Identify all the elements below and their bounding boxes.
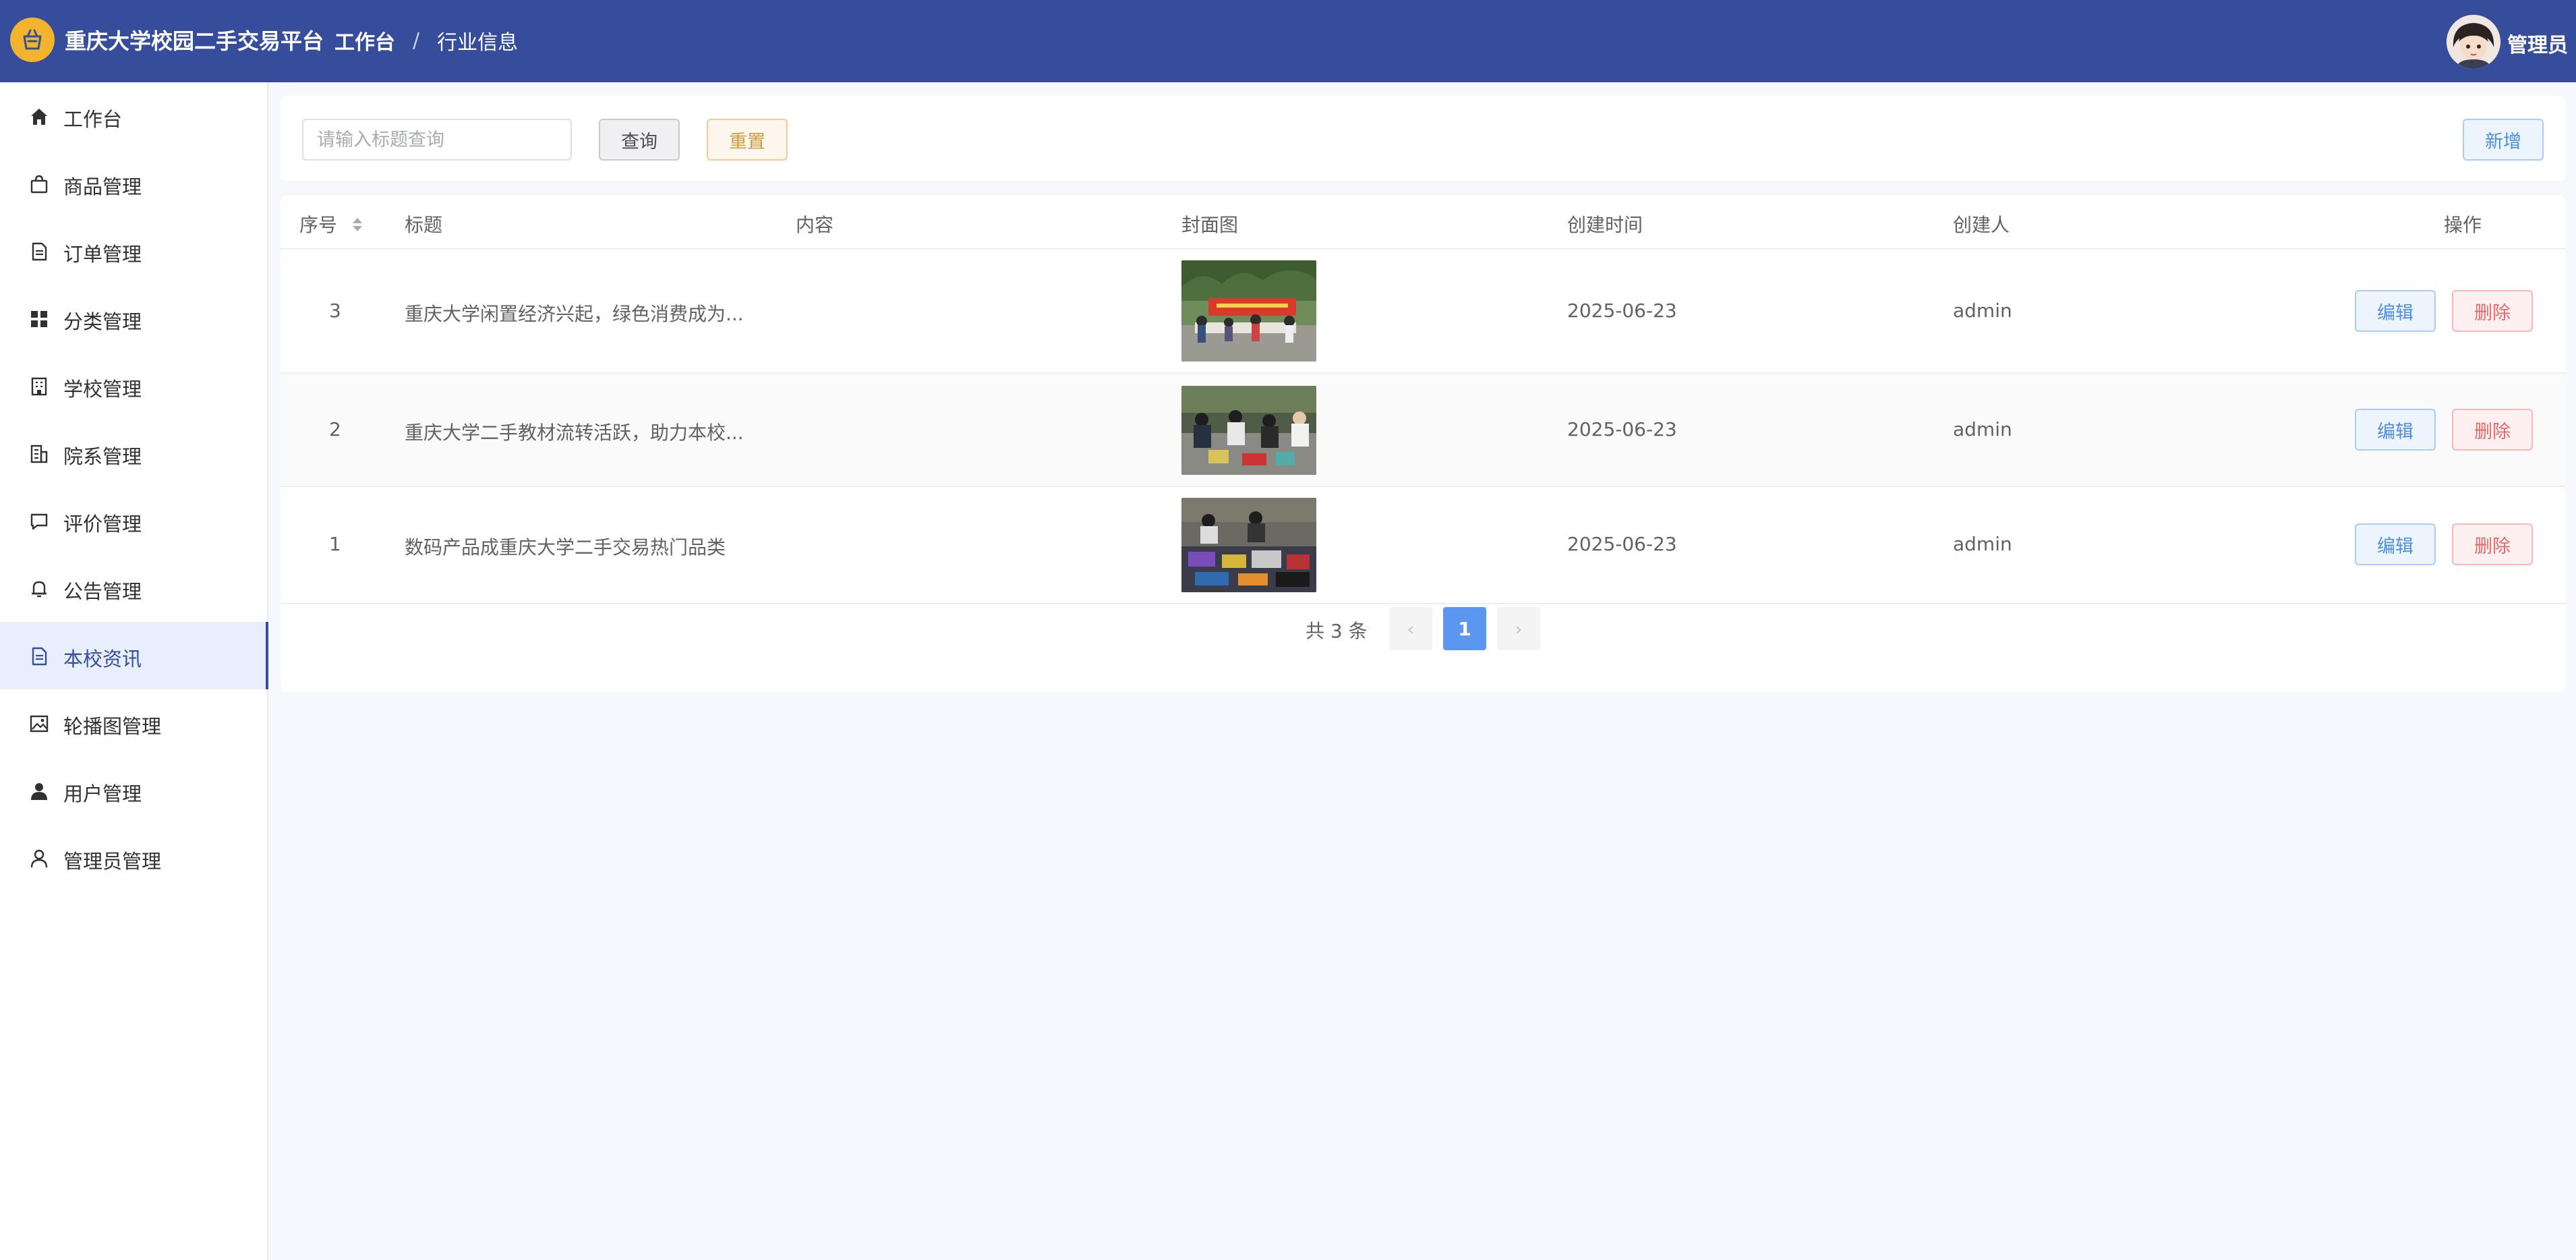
breadcrumb-current: 行业信息: [437, 31, 519, 55]
sidebar-item-label: 管理员管理: [63, 850, 162, 873]
news-table: 序号 标题 内容 封面图 创建时间 创建人 操作 3 重庆大学闲置经济兴起，绿色…: [281, 196, 2565, 692]
top-header: 重庆大学校园二手交易平台 工作台 / 行业信息 管理员: [0, 0, 2576, 82]
reset-button[interactable]: 重置: [707, 119, 788, 161]
edit-button[interactable]: 编辑: [2355, 409, 2436, 451]
sidebar-item-label: 评价管理: [63, 513, 142, 536]
row-created-time: 2025-06-23: [1567, 418, 1677, 440]
column-header-title: 标题: [405, 214, 443, 236]
delete-button[interactable]: 删除: [2452, 290, 2533, 332]
sidebar-item-products[interactable]: 商品管理: [0, 150, 267, 217]
next-page-button[interactable]: ›: [1497, 607, 1540, 650]
column-header-creator: 创建人: [1953, 214, 2010, 236]
sidebar-item-label: 公告管理: [63, 580, 142, 603]
bell-icon: [28, 578, 50, 600]
row-creator: admin: [1953, 418, 2012, 440]
row-index: 3: [329, 299, 341, 322]
table-row: 3 重庆大学闲置经济兴起，绿色消费成为... 2025-06-23 admin …: [281, 250, 2565, 374]
row-index: 2: [329, 418, 341, 440]
column-header-actions: 操作: [2444, 214, 2482, 236]
title-search-input[interactable]: [302, 119, 572, 161]
home-icon: [28, 106, 50, 127]
sidebar-item-schools[interactable]: 学校管理: [0, 352, 267, 420]
page-number-button[interactable]: 1: [1443, 607, 1486, 650]
sidebar-item-label: 院系管理: [63, 445, 142, 468]
sidebar: 工作台 商品管理 订单管理 分类管理 学校管理 院系管理 评价管理 公告管理 本…: [0, 82, 268, 1260]
column-header-content: 内容: [796, 214, 834, 236]
basket-logo-icon: [10, 18, 55, 62]
sidebar-item-reviews[interactable]: 评价管理: [0, 487, 267, 554]
document-icon: [28, 646, 50, 667]
prev-page-button[interactable]: ‹: [1389, 607, 1432, 650]
cover-image[interactable]: [1181, 386, 1316, 475]
table-row: 2 重庆大学二手教材流转活跃，助力本校... 2025-06-23 admin …: [281, 374, 2565, 487]
sidebar-item-departments[interactable]: 院系管理: [0, 420, 267, 487]
row-creator: admin: [1953, 299, 2012, 322]
office-building-icon: [28, 443, 50, 465]
sidebar-item-orders[interactable]: 订单管理: [0, 217, 267, 285]
cover-image[interactable]: [1181, 498, 1316, 592]
sidebar-item-carousel[interactable]: 轮播图管理: [0, 689, 267, 757]
user-filled-icon: [28, 780, 50, 802]
grid-icon: [28, 308, 50, 330]
sidebar-item-campus-news[interactable]: 本校资讯: [0, 622, 268, 689]
building-icon: [28, 376, 50, 397]
row-title: 数码产品成重庆大学二手交易热门品类: [405, 536, 726, 559]
edit-button[interactable]: 编辑: [2355, 523, 2436, 565]
sort-icon[interactable]: [351, 215, 363, 237]
row-title: 重庆大学二手教材流转活跃，助力本校...: [405, 422, 744, 444]
row-title: 重庆大学闲置经济兴起，绿色消费成为...: [405, 303, 744, 325]
sidebar-item-admins[interactable]: 管理员管理: [0, 824, 267, 892]
column-header-index[interactable]: 序号: [299, 210, 363, 237]
breadcrumb-separator: /: [413, 28, 420, 53]
sidebar-item-label: 商品管理: [63, 175, 142, 198]
shopping-bag-icon: [28, 173, 50, 195]
sidebar-item-label: 学校管理: [63, 378, 142, 401]
query-button[interactable]: 查询: [599, 119, 680, 161]
table-header: 序号 标题 内容 封面图 创建时间 创建人 操作: [281, 196, 2565, 250]
breadcrumb: 工作台 / 行业信息: [334, 26, 518, 55]
avatar[interactable]: [2447, 15, 2500, 69]
delete-button[interactable]: 删除: [2452, 409, 2533, 451]
row-created-time: 2025-06-23: [1567, 533, 1677, 555]
search-bar: 查询 重置 新增: [281, 96, 2565, 181]
admin-name[interactable]: 管理员: [2507, 28, 2568, 58]
sidebar-item-label: 本校资讯: [63, 648, 142, 670]
edit-button[interactable]: 编辑: [2355, 290, 2436, 332]
table-row: 1 数码产品成重庆大学二手交易热门品类 2025-06-23 admin 编辑 …: [281, 487, 2565, 604]
sidebar-item-label: 轮播图管理: [63, 715, 162, 738]
add-button[interactable]: 新增: [2463, 119, 2544, 161]
row-created-time: 2025-06-23: [1567, 299, 1677, 322]
app-title: 重庆大学校园二手交易平台: [65, 28, 324, 54]
sidebar-item-users[interactable]: 用户管理: [0, 757, 267, 824]
sidebar-item-label: 工作台: [63, 108, 123, 131]
delete-button[interactable]: 删除: [2452, 523, 2533, 565]
sidebar-item-label: 订单管理: [63, 243, 142, 266]
image-icon: [28, 713, 50, 735]
column-header-cover: 封面图: [1181, 214, 1239, 236]
column-header-created-time: 创建时间: [1567, 214, 1643, 236]
sidebar-item-dashboard[interactable]: 工作台: [0, 82, 267, 150]
row-creator: admin: [1953, 533, 2012, 555]
pagination: 共 3 条 ‹ 1 ›: [281, 604, 2565, 652]
chat-bubble-icon: [28, 511, 50, 532]
sidebar-item-label: 分类管理: [63, 310, 142, 333]
sidebar-item-announcements[interactable]: 公告管理: [0, 554, 267, 622]
sidebar-item-categories[interactable]: 分类管理: [0, 285, 267, 352]
cover-image[interactable]: [1181, 260, 1316, 362]
breadcrumb-home-link[interactable]: 工作台: [334, 26, 395, 55]
pagination-total: 共 3 条: [1306, 620, 1368, 642]
user-outline-icon: [28, 848, 50, 869]
document-icon: [28, 241, 50, 262]
sidebar-item-label: 用户管理: [63, 782, 142, 805]
row-index: 1: [329, 533, 341, 555]
